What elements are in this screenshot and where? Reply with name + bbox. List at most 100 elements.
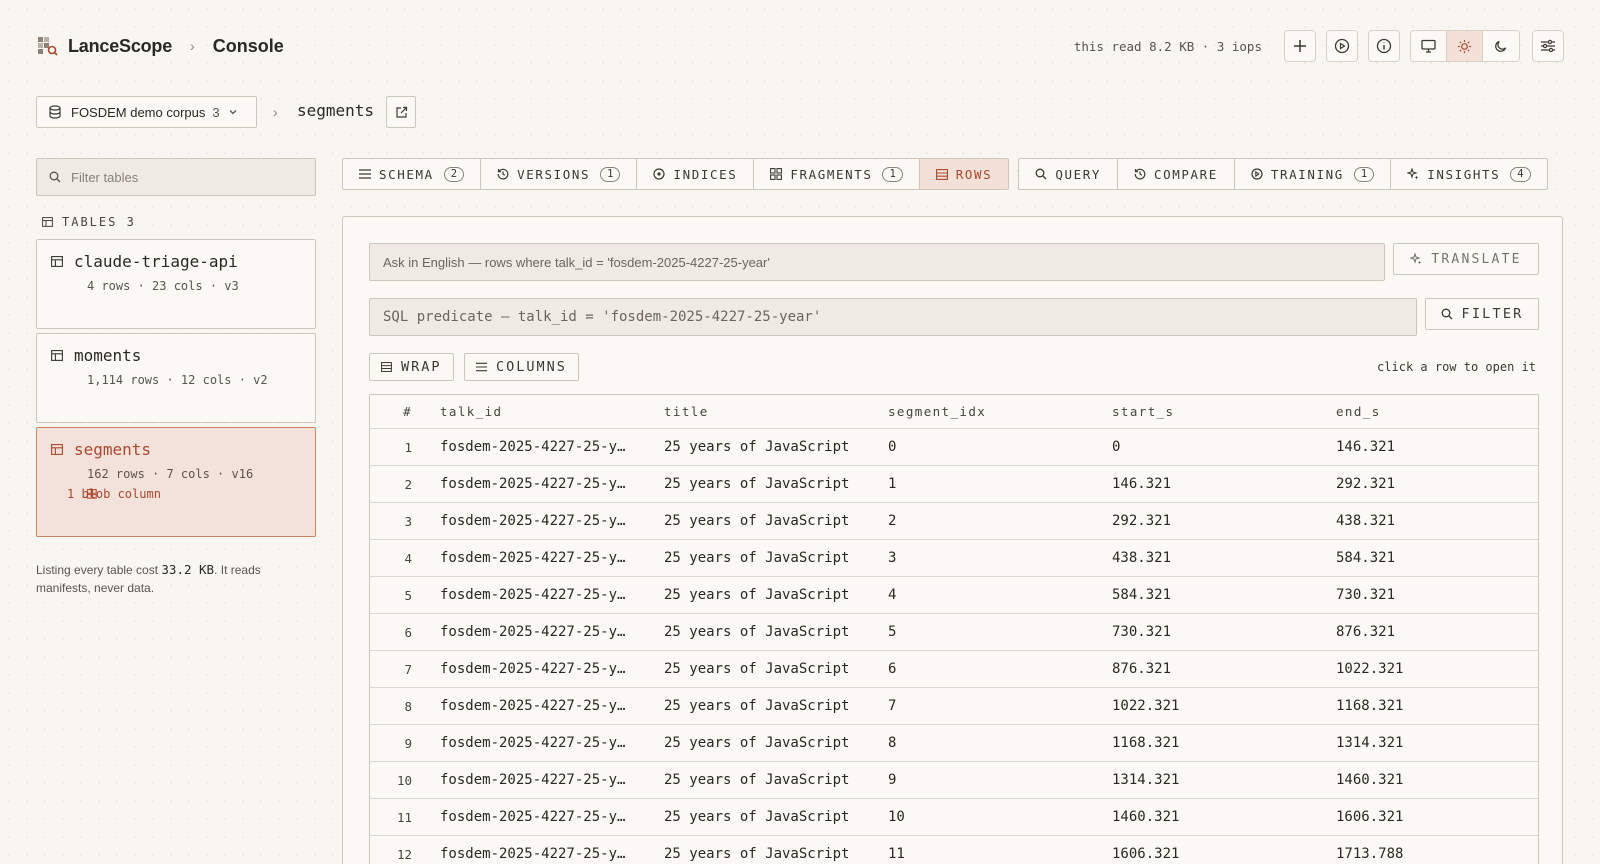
tab-badge: 1 (600, 166, 621, 182)
cell-title: 25 years of JavaScript (664, 476, 850, 492)
tab-label: INSIGHTS (1427, 166, 1501, 182)
table-icon (51, 256, 63, 267)
cell-segment-idx: 9 (888, 772, 897, 788)
cell-title: 25 years of JavaScript (664, 772, 850, 788)
table-row[interactable]: 6 fosdem-2025-4227-25-y… 25 years of JavaS… (370, 614, 1538, 651)
current-table-name: segments (297, 101, 375, 120)
plus-icon (1294, 40, 1306, 52)
table-icon (51, 350, 63, 361)
table-row[interactable]: 1 fosdem-2025-4227-25-y… 25 years of JavaS… (370, 429, 1538, 466)
table-row[interactable]: 4 fosdem-2025-4227-25-y… 25 years of JavaS… (370, 540, 1538, 577)
table-row[interactable]: 7 fosdem-2025-4227-25-y… 25 years of JavaS… (370, 651, 1538, 688)
play-button[interactable] (1326, 30, 1358, 62)
row-index: 3 (404, 513, 412, 529)
columns-button[interactable]: COLUMNS (464, 353, 579, 381)
cell-start-s: 0 (1112, 439, 1121, 455)
database-icon (49, 105, 61, 119)
filter-tables-field[interactable] (36, 158, 316, 196)
column-header-segment-idx[interactable]: segment_idx (888, 404, 1112, 419)
page-title: Console (212, 35, 284, 56)
table-card-claude-triage-api[interactable]: claude-triage-api 4 rows · 23 cols · v3 (36, 239, 316, 329)
cell-title: 25 years of JavaScript (664, 809, 850, 825)
history-icon (497, 168, 509, 180)
settings-button[interactable] (1532, 30, 1564, 62)
cell-segment-idx: 2 (888, 513, 897, 529)
tab-label: FRAGMENTS (790, 166, 873, 182)
filter-tables-input[interactable] (71, 169, 291, 185)
table-card-meta: 1,114 rows · 12 cols · v2 (87, 373, 268, 387)
external-link-icon (395, 106, 407, 118)
history-icon (1134, 168, 1146, 180)
cell-start-s: 730.321 (1112, 624, 1172, 640)
cell-title: 25 years of JavaScript (664, 661, 850, 677)
tab-indices[interactable]: INDICES (637, 159, 755, 189)
cell-talk-id: fosdem-2025-4227-25-y… (440, 698, 626, 714)
natural-language-query-input[interactable] (383, 254, 1371, 270)
tab-training[interactable]: TRAINING 1 (1235, 159, 1392, 189)
tab-label: QUERY (1055, 166, 1101, 182)
sql-predicate-field[interactable] (369, 298, 1417, 336)
tab-rows[interactable]: ROWS (919, 159, 1009, 189)
row-index: 9 (404, 735, 412, 751)
header-actions: this read 8.2 KB · 3 iops (1074, 30, 1564, 62)
table-row[interactable]: 11 fosdem-2025-4227-25-y… 25 years of Java… (370, 799, 1538, 836)
add-button[interactable] (1284, 30, 1316, 62)
tab-group-analyze: QUERY COMPARE TRAINING 1 INSIGHTS 4 (1018, 158, 1548, 190)
brand-name[interactable]: LanceScope (68, 36, 172, 57)
column-header-title[interactable]: title (664, 404, 888, 419)
table-row[interactable]: 9 fosdem-2025-4227-25-y… 25 years of JavaS… (370, 725, 1538, 762)
table-row[interactable]: 5 fosdem-2025-4227-25-y… 25 years of JavaS… (370, 577, 1538, 614)
sliders-icon (1541, 39, 1555, 53)
cell-title: 25 years of JavaScript (664, 735, 850, 751)
dataset-count: 3 (212, 104, 220, 120)
sun-icon (1457, 39, 1472, 53)
sql-predicate-input[interactable] (383, 309, 1403, 325)
tab-schema[interactable]: SCHEMA 2 (343, 159, 482, 189)
table-row[interactable]: 8 fosdem-2025-4227-25-y… 25 years of JavaS… (370, 688, 1538, 725)
cell-end-s: 292.321 (1336, 476, 1396, 492)
column-header-talk-id[interactable]: talk_id (440, 404, 664, 419)
theme-dark-button[interactable] (1483, 31, 1519, 61)
info-button[interactable] (1368, 30, 1400, 62)
row-index: 8 (404, 698, 412, 714)
tab-compare[interactable]: COMPARE (1118, 159, 1235, 189)
cell-segment-idx: 1 (888, 476, 897, 492)
cell-title: 25 years of JavaScript (664, 513, 850, 529)
cost-note-prefix: Listing every table cost (36, 563, 162, 577)
search-icon (1035, 168, 1047, 180)
cell-end-s: 1022.321 (1336, 661, 1404, 677)
filter-button[interactable]: FILTER (1425, 298, 1539, 330)
cell-talk-id: fosdem-2025-4227-25-y… (440, 772, 626, 788)
table-row[interactable]: 12 fosdem-2025-4227-25-y… 25 years of Java… (370, 836, 1538, 864)
app-header: LanceScope › Console this read 8.2 KB · … (36, 30, 1564, 62)
rows-panel: TRANSLATE FILTER WRAP COLUMNS click a ro… (342, 216, 1563, 864)
translate-button[interactable]: TRANSLATE (1393, 243, 1539, 275)
cell-end-s: 1168.321 (1336, 698, 1404, 714)
table-row[interactable]: 10 fosdem-2025-4227-25-y… 25 years of Java… (370, 762, 1538, 799)
table-card-segments[interactable]: segments 162 rows · 7 cols · v16 1 blob … (36, 427, 316, 537)
column-header-end-s[interactable]: end_s (1336, 404, 1536, 419)
table-card-name: segments (74, 440, 152, 459)
cell-start-s: 1168.321 (1112, 735, 1180, 751)
wrap-toggle-button[interactable]: WRAP (369, 353, 454, 381)
open-external-button[interactable] (386, 96, 416, 128)
column-header-index: # (403, 404, 412, 419)
cell-start-s: 1314.321 (1112, 772, 1180, 788)
theme-light-button[interactable] (1447, 31, 1483, 61)
tables-section-label: TABLES 3 (42, 215, 136, 229)
tab-versions[interactable]: VERSIONS 1 (481, 159, 638, 189)
breadcrumb-separator: › (190, 38, 195, 54)
theme-system-button[interactable] (1411, 31, 1447, 61)
tab-insights[interactable]: INSIGHTS 4 (1391, 159, 1546, 189)
tab-query[interactable]: QUERY (1019, 159, 1118, 189)
column-header-start-s[interactable]: start_s (1112, 404, 1336, 419)
tab-fragments[interactable]: FRAGMENTS 1 (754, 159, 920, 189)
natural-language-query-field[interactable] (369, 243, 1385, 281)
table-row[interactable]: 2 fosdem-2025-4227-25-y… 25 years of JavaS… (370, 466, 1538, 503)
cell-segment-idx: 5 (888, 624, 897, 640)
cell-start-s: 1606.321 (1112, 846, 1180, 862)
dataset-select[interactable]: FOSDEM demo corpus 3 (36, 96, 257, 128)
table-row[interactable]: 3 fosdem-2025-4227-25-y… 25 years of JavaS… (370, 503, 1538, 540)
cell-talk-id: fosdem-2025-4227-25-y… (440, 513, 626, 529)
table-card-moments[interactable]: moments 1,114 rows · 12 cols · v2 (36, 333, 316, 423)
